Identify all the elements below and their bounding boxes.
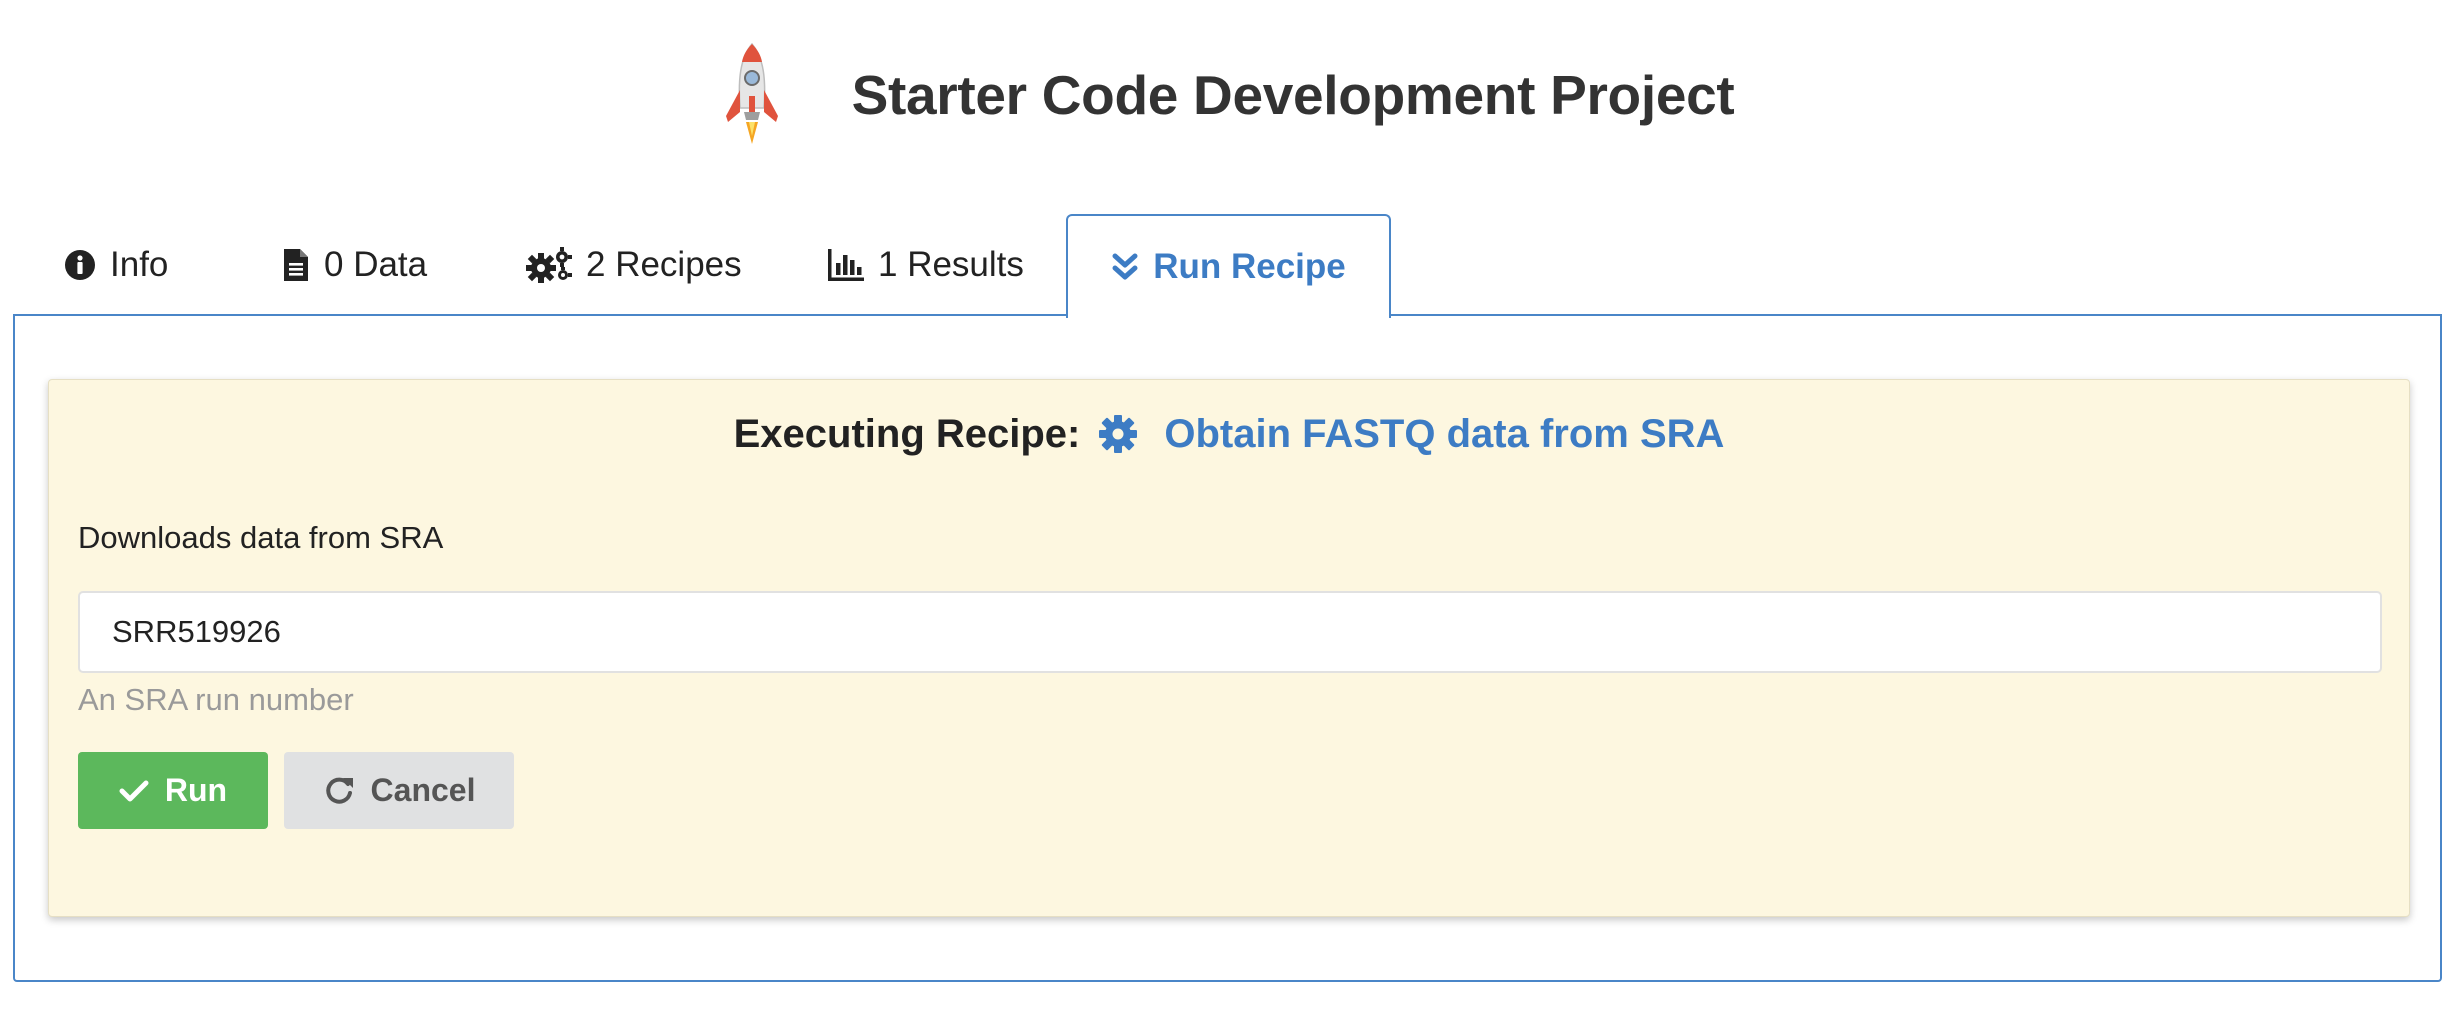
page-title: Starter Code Development Project xyxy=(851,64,1735,126)
file-icon xyxy=(282,247,310,283)
sra-run-input[interactable] xyxy=(78,591,2382,673)
tab-label: 1 Results xyxy=(878,245,1024,284)
app-root: Starter Code Development Project Info 0 … xyxy=(0,0,2454,1014)
recipe-name: Obtain FASTQ data from SRA xyxy=(1164,411,1725,456)
run-recipe-card: Executing Recipe: Obtain FASTQ data from… xyxy=(48,379,2410,917)
cancel-button-label: Cancel xyxy=(370,772,476,808)
page-header: Starter Code Development Project xyxy=(0,40,2454,150)
tab-info[interactable]: Info xyxy=(64,214,168,316)
tab-label: Run Recipe xyxy=(1153,247,1346,286)
cancel-button[interactable]: Cancel xyxy=(284,752,514,829)
info-circle-icon xyxy=(64,249,96,281)
recipe-description: Downloads data from SRA xyxy=(78,520,444,555)
tab-label: Info xyxy=(110,245,169,284)
bar-chart-icon xyxy=(828,249,864,281)
tab-results[interactable]: 1 Results xyxy=(828,214,1024,316)
gear-icon xyxy=(1098,414,1138,454)
executing-heading: Executing Recipe: Obtain FASTQ data from… xyxy=(49,402,2409,466)
gears-icon xyxy=(526,247,572,283)
input-hint: An SRA run number xyxy=(78,682,354,717)
run-button-label: Run xyxy=(164,772,228,808)
tab-label: 2 Recipes xyxy=(586,245,742,284)
double-chevron-down-icon xyxy=(1111,252,1139,282)
tab-label: 0 Data xyxy=(324,245,428,284)
run-button[interactable]: Run xyxy=(78,752,268,829)
run-recipe-panel: Executing Recipe: Obtain FASTQ data from… xyxy=(13,314,2442,982)
tab-data[interactable]: 0 Data xyxy=(282,214,427,316)
redo-icon xyxy=(323,775,355,807)
rocket-icon xyxy=(725,42,778,144)
tab-bar: Info 0 Data 2 Recipes 1 Results Run Reci… xyxy=(14,214,2444,318)
check-icon xyxy=(119,779,149,803)
tab-run-recipe[interactable]: Run Recipe xyxy=(1066,214,1391,318)
tab-recipes[interactable]: 2 Recipes xyxy=(526,214,742,316)
executing-label: Executing Recipe: xyxy=(733,411,1081,456)
